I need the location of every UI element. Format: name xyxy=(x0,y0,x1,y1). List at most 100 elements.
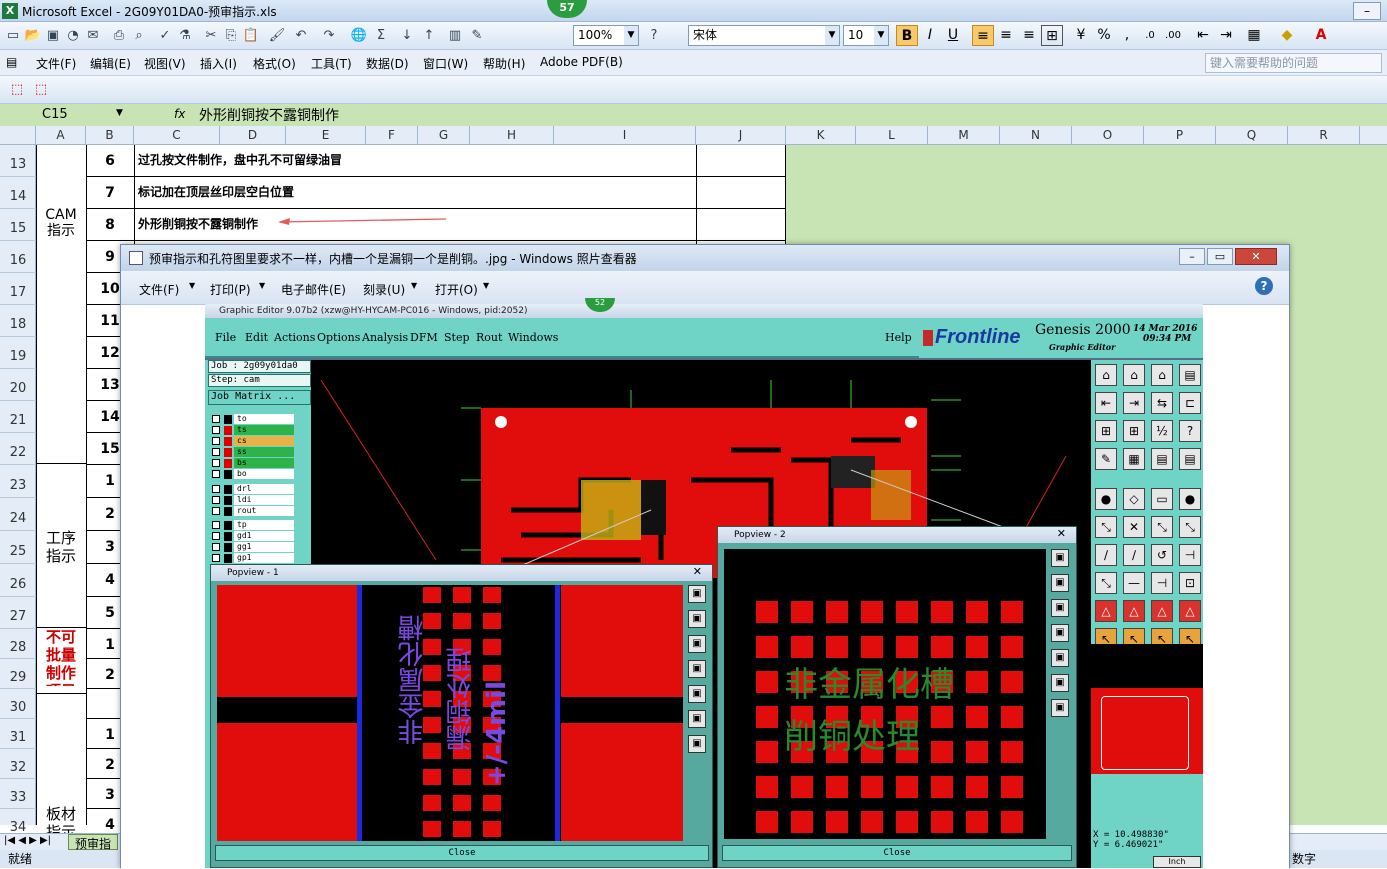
layer-row[interactable]: gg1 xyxy=(210,542,310,553)
decrease-decimal-button[interactable]: .00 xyxy=(1162,25,1184,46)
layer-checkbox[interactable] xyxy=(212,485,220,493)
menu-tools[interactable]: 工具(T) xyxy=(311,55,352,72)
tool-button[interactable]: ½ xyxy=(1151,420,1173,442)
row-header[interactable]: 20 xyxy=(0,369,36,401)
research-icon[interactable]: ⚗ xyxy=(176,27,194,45)
viewer-menu-print[interactable]: 打印(P) xyxy=(210,281,251,298)
row-header[interactable]: 25 xyxy=(0,531,36,564)
row-header[interactable]: 17 xyxy=(0,273,36,305)
popview-2-canvas[interactable]: 非金属化槽 削铜处理 xyxy=(724,549,1046,839)
tool-button[interactable]: ⤡ xyxy=(1095,516,1117,538)
section-batch-label[interactable]: 不可 批量 制作 项目 xyxy=(38,628,84,686)
ge-menu-windows[interactable]: Windows xyxy=(508,331,558,344)
popview-tool-button[interactable]: ▣ xyxy=(688,585,706,603)
decrease-indent-icon[interactable]: ⇤ xyxy=(1192,25,1214,46)
tool-button[interactable]: ⌂ xyxy=(1123,364,1145,386)
job-matrix-button[interactable]: Job Matrix ... xyxy=(208,390,311,405)
layer-checkbox[interactable] xyxy=(212,507,220,515)
column-header[interactable]: K xyxy=(786,126,856,145)
bold-button[interactable]: B xyxy=(896,25,918,46)
italic-button[interactable]: I xyxy=(919,25,941,46)
sort-asc-icon[interactable]: ↓ xyxy=(398,27,416,45)
layer-row[interactable]: tp xyxy=(210,520,310,531)
ge-menu-analysis[interactable]: Analysis xyxy=(362,331,408,344)
menu-data[interactable]: 数据(D) xyxy=(366,55,409,72)
popview-tool-button[interactable]: ▣ xyxy=(1051,574,1069,592)
column-header[interactable]: G xyxy=(418,126,470,145)
popview-1-canvas[interactable]: 非金属化槽 漏铜处理 +/-4mil xyxy=(217,585,683,841)
ge-menu-dfm[interactable]: DFM xyxy=(410,331,438,344)
row-header[interactable]: 24 xyxy=(0,498,36,531)
autosum-icon[interactable]: Σ xyxy=(372,27,390,45)
column-header[interactable]: J xyxy=(696,126,786,145)
row-header[interactable]: 22 xyxy=(0,433,36,465)
tool-button[interactable]: ⤡ xyxy=(1179,516,1201,538)
help-icon[interactable]: ? xyxy=(645,27,663,45)
popview-tool-button[interactable]: ▣ xyxy=(1051,649,1069,667)
tool-button[interactable]: △ xyxy=(1179,600,1201,622)
font-name-select[interactable]: 宋体 ▼ xyxy=(688,25,840,46)
font-size-select[interactable]: 10 ▼ xyxy=(843,25,889,46)
tool-button[interactable]: △ xyxy=(1095,600,1117,622)
column-header[interactable]: N xyxy=(1000,126,1072,145)
print-icon[interactable]: ⎙ xyxy=(110,27,128,45)
increase-decimal-button[interactable]: .0 xyxy=(1139,25,1161,46)
sheet-tab[interactable]: 预审指 xyxy=(68,834,119,851)
pdf-email-icon[interactable]: ⬚ xyxy=(32,81,50,99)
row-header[interactable]: 27 xyxy=(0,597,36,629)
undo-icon[interactable]: ↶ xyxy=(292,27,310,45)
pdf-convert-icon[interactable]: ⬚ xyxy=(8,81,26,99)
layer-checkbox[interactable] xyxy=(212,543,220,551)
layer-row[interactable]: gp1 xyxy=(210,553,310,564)
viewer-menu-file[interactable]: 文件(F) xyxy=(139,281,179,298)
minimize-button[interactable]: – xyxy=(1179,248,1205,265)
column-header[interactable]: R xyxy=(1288,126,1360,145)
fill-color-icon[interactable]: ◆ xyxy=(1276,25,1298,46)
row-header[interactable]: 13 xyxy=(0,145,36,177)
tool-button[interactable]: ⌂ xyxy=(1095,364,1117,386)
align-left-button[interactable]: ≡ xyxy=(972,25,994,46)
layer-checkbox[interactable] xyxy=(212,459,220,467)
column-header[interactable]: F xyxy=(366,126,418,145)
cell-c13[interactable]: 过孔按文件制作，盘中孔不可留绿油冒 xyxy=(138,151,342,168)
layer-checkbox[interactable] xyxy=(212,532,220,540)
ge-menu-rout[interactable]: Rout xyxy=(476,331,502,344)
tool-button[interactable]: ◇ xyxy=(1123,488,1145,510)
row-header[interactable]: 26 xyxy=(0,564,36,597)
column-header[interactable]: M xyxy=(928,126,1000,145)
column-header[interactable]: C xyxy=(134,126,220,145)
row-header[interactable]: 15 xyxy=(0,209,36,241)
font-color-icon[interactable]: A xyxy=(1310,25,1332,46)
layer-row[interactable]: ldi xyxy=(210,495,310,506)
layer-checkbox[interactable] xyxy=(212,415,220,423)
popview-tool-button[interactable]: ▣ xyxy=(688,635,706,653)
popview-tool-button[interactable]: ▣ xyxy=(688,735,706,753)
column-header[interactable]: D xyxy=(220,126,286,145)
name-box[interactable]: C15 xyxy=(0,104,130,126)
row-header[interactable]: 23 xyxy=(0,465,36,498)
popview-tool-button[interactable]: ▣ xyxy=(1051,599,1069,617)
layer-checkbox[interactable] xyxy=(212,448,220,456)
column-header[interactable]: E xyxy=(286,126,366,145)
tool-button[interactable]: ⊏ xyxy=(1179,392,1201,414)
column-header[interactable]: H xyxy=(470,126,554,145)
popview-tool-button[interactable]: ▣ xyxy=(688,685,706,703)
row-header[interactable]: 21 xyxy=(0,401,36,433)
tool-button[interactable]: ▤ xyxy=(1179,364,1201,386)
menu-window[interactable]: 窗口(W) xyxy=(423,55,468,72)
copy-icon[interactable]: ⎘ xyxy=(222,27,240,45)
tool-button[interactable]: ⌂ xyxy=(1151,364,1173,386)
layer-checkbox[interactable] xyxy=(212,521,220,529)
popview-tool-button[interactable]: ▣ xyxy=(1051,674,1069,692)
tool-button[interactable]: ? xyxy=(1179,420,1201,442)
tool-button[interactable]: △ xyxy=(1123,600,1145,622)
row-header[interactable]: 31 xyxy=(0,719,36,749)
layer-row[interactable]: to xyxy=(210,414,310,425)
row-header[interactable]: 29 xyxy=(0,659,36,689)
align-center-button[interactable]: ≡ xyxy=(995,25,1017,46)
zoom-select[interactable]: 100% ▼ xyxy=(573,25,639,46)
column-header[interactable]: B xyxy=(86,126,134,145)
popview-1-close-button[interactable]: Close xyxy=(215,845,709,861)
redo-icon[interactable]: ↷ xyxy=(320,27,338,45)
layer-checkbox[interactable] xyxy=(212,496,220,504)
